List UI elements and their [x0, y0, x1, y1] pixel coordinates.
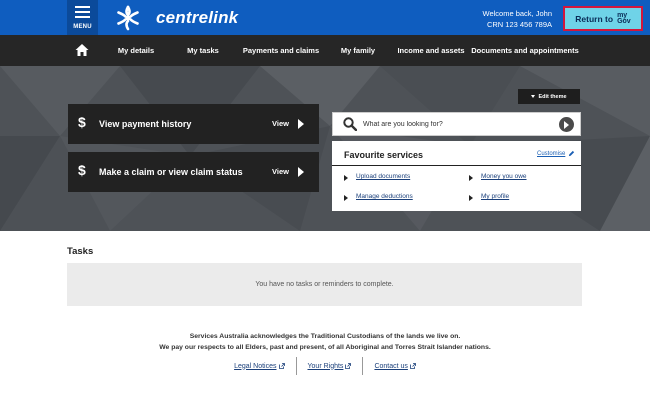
- tile-label: View payment history: [99, 119, 192, 129]
- edit-theme-button[interactable]: Edit theme: [518, 89, 580, 104]
- arrow-right-icon: [298, 167, 304, 177]
- legal-notices-link[interactable]: Legal Notices: [223, 357, 295, 375]
- crn-number: CRN 123 456 789A: [486, 20, 552, 29]
- dollar-icon: $: [78, 114, 86, 130]
- nav-payments-and-claims[interactable]: Payments and claims: [243, 35, 319, 66]
- upload-documents-link[interactable]: Upload documents: [356, 173, 410, 180]
- acknowledgement-line-1: Services Australia acknowledges the Trad…: [189, 333, 461, 340]
- customise-link[interactable]: Customise: [537, 151, 565, 157]
- external-link-icon: [278, 363, 285, 369]
- favourites-divider: [332, 165, 581, 166]
- legal-notices-label: Legal Notices: [234, 362, 277, 370]
- tile-view-label: View: [272, 119, 289, 128]
- mygov-logo: my Gov: [617, 12, 631, 25]
- welcome-info: Welcome back, John CRN 123 456 789A: [483, 8, 552, 30]
- caret-right-icon: [469, 195, 473, 201]
- edit-theme-label: Edit theme: [538, 93, 567, 100]
- manage-deductions-link[interactable]: Manage deductions: [356, 193, 413, 200]
- home-icon[interactable]: [75, 43, 89, 57]
- footer-links: Legal Notices Your Rights Contact us: [0, 357, 650, 375]
- caret-right-icon: [344, 175, 348, 181]
- hero-banner: Edit theme $ View payment history View $…: [0, 66, 650, 231]
- tile-label: Make a claim or view claim status: [99, 167, 243, 177]
- return-label: Return to: [575, 13, 614, 24]
- view-payment-history-tile[interactable]: $ View payment history View: [68, 104, 319, 144]
- header-bar: MENU centrelink Welcome back, John CRN 1…: [0, 0, 650, 35]
- nav-my-tasks[interactable]: My tasks: [187, 35, 219, 66]
- my-profile-link[interactable]: My profile: [481, 193, 509, 200]
- menu-button[interactable]: MENU: [67, 0, 98, 35]
- your-rights-link[interactable]: Your Rights: [297, 357, 363, 375]
- tasks-panel: You have no tasks or reminders to comple…: [67, 263, 582, 306]
- nav-income-and-assets[interactable]: Income and assets: [397, 35, 464, 66]
- tile-view-label: View: [272, 167, 289, 176]
- chevron-right-icon: [564, 120, 569, 129]
- dollar-icon: $: [78, 162, 86, 178]
- tasks-empty-message: You have no tasks or reminders to comple…: [255, 281, 394, 288]
- pencil-icon[interactable]: [568, 150, 575, 157]
- caret-right-icon: [344, 195, 348, 201]
- favourite-services-title: Favourite services: [344, 150, 424, 160]
- your-rights-label: Your Rights: [307, 362, 344, 370]
- nav-my-family[interactable]: My family: [341, 35, 375, 66]
- nav-documents-and-appointments[interactable]: Documents and appointments: [471, 35, 579, 66]
- search-input[interactable]: [363, 117, 553, 132]
- acknowledgement-line-2: We pay our respects to all Elders, past …: [159, 344, 491, 351]
- contact-us-link[interactable]: Contact us: [363, 357, 426, 375]
- favourite-services-panel: Favourite services Customise Upload docu…: [332, 141, 581, 211]
- centrelink-logo-text[interactable]: centrelink: [156, 8, 238, 28]
- mygov-gov: Gov: [617, 17, 631, 25]
- make-a-claim-tile[interactable]: $ Make a claim or view claim status View: [68, 152, 319, 192]
- main-navigation: My details My tasks Payments and claims …: [0, 35, 650, 66]
- return-to-mygov-button[interactable]: Return to my Gov: [563, 6, 643, 31]
- contact-us-label: Contact us: [374, 362, 408, 370]
- money-you-owe-link[interactable]: Money you owe: [481, 173, 527, 180]
- external-link-icon: [410, 363, 416, 369]
- search-submit-button[interactable]: [559, 117, 574, 132]
- external-link-icon: [345, 363, 352, 369]
- caret-down-icon: [531, 95, 536, 98]
- menu-label: MENU: [73, 24, 92, 30]
- nav-my-details[interactable]: My details: [118, 35, 154, 66]
- centrelink-star-icon: [117, 5, 139, 31]
- arrow-right-icon: [298, 119, 304, 129]
- search-icon: [343, 117, 357, 131]
- search-box: [332, 112, 581, 136]
- caret-right-icon: [469, 175, 473, 181]
- tasks-heading: Tasks: [67, 246, 94, 257]
- welcome-message: Welcome back, John: [482, 9, 552, 18]
- hamburger-icon: [75, 6, 90, 21]
